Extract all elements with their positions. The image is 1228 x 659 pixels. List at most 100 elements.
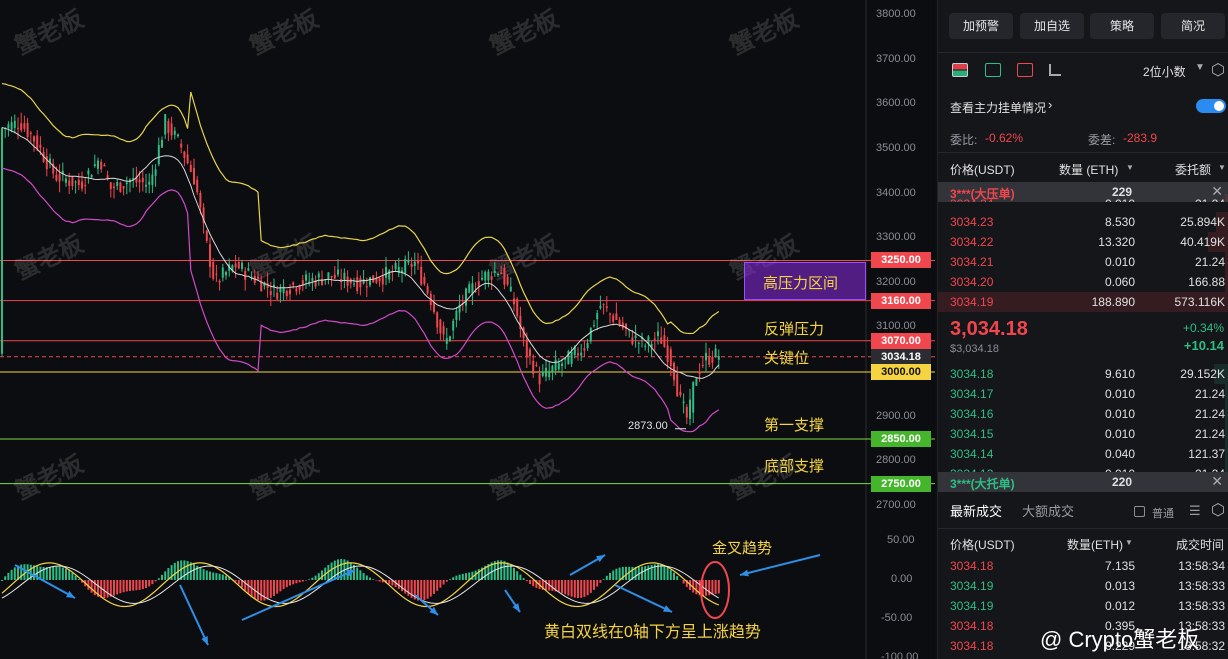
candle-body bbox=[45, 156, 48, 170]
macd-axis-tick: -100.00 bbox=[881, 651, 919, 659]
col-price-header: 价格(USDT) bbox=[950, 163, 1015, 177]
settings-hex-icon-2[interactable]: ⬡ bbox=[1211, 500, 1225, 520]
filter-icon[interactable]: ☰ bbox=[1189, 503, 1201, 519]
price-tag: 2750.00 bbox=[871, 475, 931, 492]
big-bid-row[interactable]: 3***(大托单) 220 ✕ bbox=[938, 472, 1228, 492]
macd-histogram-bar bbox=[61, 567, 64, 580]
main-orders-label[interactable]: 查看主力挂单情况 bbox=[950, 99, 1046, 116]
macd-histogram-bar bbox=[436, 580, 439, 591]
macd-histogram-bar bbox=[266, 580, 269, 600]
candle-body bbox=[218, 280, 221, 283]
add-alert-button[interactable]: 加预警 bbox=[949, 13, 1013, 39]
order-qty: 0.010 bbox=[1104, 407, 1135, 421]
trades-col-qty[interactable]: 数量(ETH) bbox=[1067, 536, 1123, 553]
tab-latest-trades[interactable]: 最新成交 bbox=[950, 501, 1002, 520]
ask-row[interactable]: 3034.23 8.530 25.894K bbox=[938, 212, 1228, 232]
candle-body bbox=[477, 281, 480, 287]
order-book-panel: 加预警 加自选 策略 简况 2位小数 ▼ ⬡ 查看主力挂单情况 › 委比: -0… bbox=[937, 0, 1228, 659]
main-orders-toggle[interactable] bbox=[1196, 99, 1226, 113]
price-tag: 3034.18 bbox=[871, 348, 931, 365]
macd-histogram-bar bbox=[154, 580, 157, 582]
settings-hex-icon[interactable]: ⬡ bbox=[1211, 60, 1225, 80]
bid-row[interactable]: 3034.14 0.040 121.37 bbox=[938, 444, 1228, 464]
macd-histogram-bar bbox=[122, 580, 125, 593]
candle-body bbox=[317, 273, 320, 278]
macd-histogram-bar bbox=[532, 580, 535, 587]
bid-row[interactable]: 3034.18 9.610 29.152K bbox=[938, 364, 1228, 384]
bid-row[interactable]: 3034.17 0.010 21.24 bbox=[938, 384, 1228, 404]
y-axis-tick: 2700.00 bbox=[876, 498, 916, 511]
macd-histogram-bar bbox=[455, 575, 458, 580]
macd-histogram-bar bbox=[65, 568, 67, 580]
macd-histogram-bar bbox=[113, 580, 115, 596]
macd-histogram-bar bbox=[388, 580, 391, 585]
first-support-label: 第一支撑 bbox=[764, 417, 825, 434]
candle-body bbox=[685, 407, 688, 418]
bid-row[interactable]: 3034.16 0.010 21.24 bbox=[938, 404, 1228, 424]
macd-histogram-bar bbox=[519, 574, 522, 580]
y-axis-tick: 3500.00 bbox=[876, 141, 916, 154]
candle-body bbox=[692, 381, 695, 413]
candle-body bbox=[468, 284, 471, 293]
col-total-header[interactable]: 委托额 bbox=[1175, 161, 1211, 178]
macd-histogram-bar bbox=[260, 580, 263, 601]
col-qty-header[interactable]: 数量 (ETH) bbox=[1059, 161, 1118, 178]
candle-body bbox=[295, 288, 298, 292]
trade-price: 3034.18 bbox=[950, 559, 994, 573]
candle-body bbox=[394, 262, 397, 270]
overview-button[interactable]: 简况 bbox=[1161, 13, 1225, 39]
add-watchlist-button[interactable]: 加自选 bbox=[1020, 13, 1084, 39]
candle-body bbox=[663, 335, 666, 347]
tab-big-trades[interactable]: 大额成交 bbox=[1022, 501, 1074, 520]
candle-body bbox=[362, 279, 365, 284]
chevron-down-icon[interactable]: ▼ bbox=[1195, 62, 1205, 73]
watermark: 蟹老板 bbox=[246, 4, 324, 60]
watermark: 蟹老板 bbox=[486, 229, 564, 285]
close-icon-2[interactable]: ✕ bbox=[1211, 473, 1223, 490]
book-buy-view-icon[interactable] bbox=[985, 63, 1001, 77]
candle-body bbox=[580, 352, 583, 356]
candle-body bbox=[407, 259, 410, 263]
ask-row[interactable]: 3034.20 0.060 166.88 bbox=[938, 272, 1228, 292]
candle-body bbox=[93, 164, 96, 167]
order-qty: 188.890 bbox=[1091, 295, 1135, 309]
candle-body bbox=[586, 343, 589, 349]
depth-view-icon[interactable] bbox=[1049, 64, 1061, 76]
macd-histogram-bar bbox=[429, 580, 432, 597]
macd-histogram-bar bbox=[116, 580, 119, 595]
candle-body bbox=[292, 282, 295, 285]
ask-row[interactable]: 3034.21 0.010 21.24 bbox=[938, 252, 1228, 272]
macd-histogram-bar bbox=[292, 580, 295, 585]
ask-row[interactable]: 3034.24 0.010 21.24 bbox=[938, 194, 1228, 202]
macd-histogram-bar bbox=[717, 580, 720, 594]
candle-body bbox=[205, 230, 208, 241]
candle-body bbox=[717, 355, 720, 360]
ask-row[interactable]: 3034.19 188.890 573.116K bbox=[938, 292, 1228, 312]
candlestick-chart[interactable]: 蟹老板 蟹老板 蟹老板 蟹老板 蟹老板 蟹老板 蟹老板 蟹老板 蟹老板 蟹老板 蟹老板 蟹老板 高压力… bbox=[0, 0, 1199, 659]
candle-body bbox=[10, 122, 13, 130]
normal-checkbox[interactable] bbox=[1134, 506, 1145, 517]
ask-row[interactable]: 3034.22 13.320 40.419K bbox=[938, 232, 1228, 252]
candle-body bbox=[535, 364, 538, 366]
candle-body bbox=[359, 278, 362, 288]
macd-histogram-bar bbox=[71, 572, 74, 580]
decimal-select[interactable]: 2位小数 bbox=[1143, 63, 1186, 80]
order-qty: 0.040 bbox=[1104, 447, 1135, 461]
trade-price: 3034.18 bbox=[950, 619, 994, 633]
candle-body bbox=[330, 276, 333, 278]
bid-row[interactable]: 3034.15 0.010 21.24 bbox=[938, 424, 1228, 444]
watermark: 蟹老板 bbox=[11, 4, 89, 60]
strategy-button[interactable]: 策略 bbox=[1090, 13, 1154, 39]
order-price: 3034.16 bbox=[950, 407, 994, 421]
candle-body bbox=[513, 298, 515, 305]
book-sell-view-icon[interactable] bbox=[1017, 63, 1033, 77]
candle-body bbox=[599, 305, 602, 309]
candle-body bbox=[417, 260, 419, 264]
bid-row[interactable]: 3034.130.01021.24 bbox=[938, 464, 1228, 472]
candle-body bbox=[548, 370, 551, 378]
macd-histogram-bar bbox=[708, 580, 711, 596]
candle-body bbox=[1, 128, 3, 354]
book-both-view-icon[interactable] bbox=[952, 63, 968, 77]
big-bid-qty: 220 bbox=[1112, 475, 1133, 489]
watermark: 蟹老板 bbox=[246, 449, 324, 505]
